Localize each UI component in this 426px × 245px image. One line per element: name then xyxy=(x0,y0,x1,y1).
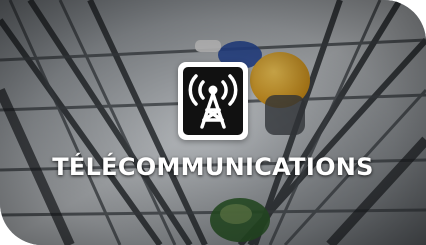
radio-tower-icon xyxy=(188,74,238,129)
icon-badge xyxy=(178,62,248,140)
telecommunications-tile[interactable]: TÉLÉCOMMUNICATIONS xyxy=(0,0,426,245)
icon-badge-inner xyxy=(183,67,243,135)
tile-title: TÉLÉCOMMUNICATIONS xyxy=(52,153,374,181)
